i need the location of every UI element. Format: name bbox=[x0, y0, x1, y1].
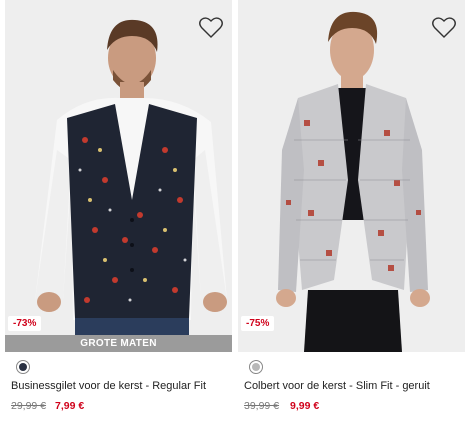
size-badge: GROTE MATEN bbox=[5, 335, 232, 352]
product-image-vest[interactable]: -73% GROTE MATEN bbox=[5, 0, 232, 352]
original-price: 39,99 € bbox=[244, 400, 280, 412]
vest-model-illustration bbox=[35, 19, 227, 352]
color-swatch[interactable] bbox=[16, 360, 30, 374]
blazer-model-illustration bbox=[276, 11, 430, 352]
discount-label: -75% bbox=[241, 316, 275, 331]
product-card-blazer[interactable]: -75% Colbert voor de kerst - Slim Fit - … bbox=[238, 0, 465, 412]
color-swatch[interactable] bbox=[249, 360, 263, 374]
product-title[interactable]: Colbert voor de kerst - Slim Fit - gerui… bbox=[244, 380, 430, 392]
discount-label: -73% bbox=[8, 316, 42, 331]
sale-price: 9,99 € bbox=[290, 400, 320, 412]
sale-price: 7,99 € bbox=[55, 400, 85, 412]
original-price: 29,99 € bbox=[11, 400, 47, 412]
product-card-vest[interactable]: -73% GROTE MATEN Businessgilet voor de k… bbox=[5, 0, 232, 412]
product-title[interactable]: Businessgilet voor de kerst - Regular Fi… bbox=[11, 380, 206, 392]
product-image-blazer[interactable]: -75% bbox=[238, 0, 465, 352]
favorite-heart-icon[interactable] bbox=[198, 16, 224, 40]
favorite-heart-icon[interactable] bbox=[431, 16, 457, 40]
